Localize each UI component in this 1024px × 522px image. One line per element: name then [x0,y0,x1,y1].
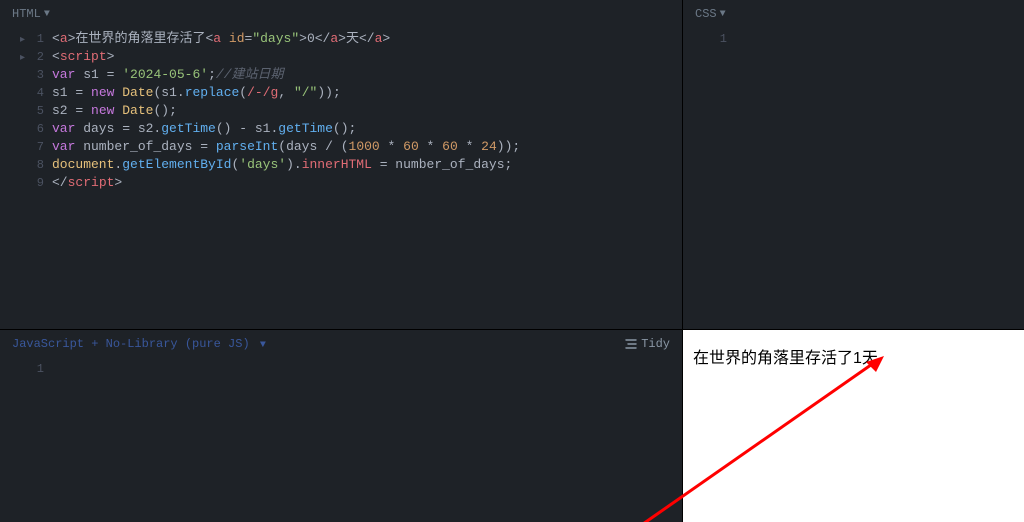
html-gutter: 123456789 [0,28,52,329]
line-number: 1 [0,360,44,378]
code-line[interactable]: document.getElementById('days').innerHTM… [52,156,682,174]
chevron-down-icon: ▼ [260,340,266,351]
css-pane: CSS ▼ 1 [683,0,1024,329]
js-pane-label-group[interactable]: JavaScript + No-Library (pure JS) ▼ [12,337,266,351]
code-line[interactable]: s1 = new Date(s1.replace(/-/g, "/")); [52,84,682,102]
js-pane: JavaScript + No-Library (pure JS) ▼ Tidy… [0,329,683,522]
code-line[interactable]: var s1 = '2024-05-6';//建站日期 [52,66,682,84]
output-text: 在世界的角落里存活了1天 [683,330,1024,382]
code-line[interactable]: s2 = new Date(); [52,102,682,120]
tidy-icon [625,339,637,349]
line-number: 1 [683,30,727,48]
css-gutter: 1 [683,28,735,329]
line-number: 2 [0,48,44,66]
css-pane-header[interactable]: CSS ▼ [683,0,1024,28]
html-pane-label: HTML [12,7,41,21]
js-gutter: 1 [0,358,52,522]
html-editor[interactable]: 123456789 <a>在世界的角落里存活了<a id="days">0</a… [0,28,682,329]
code-line[interactable]: var days = s2.getTime() - s1.getTime(); [52,120,682,138]
code-line[interactable] [735,30,1024,48]
line-number: 5 [0,102,44,120]
css-editor[interactable]: 1 [683,28,1024,329]
line-number: 1 [0,30,44,48]
code-line[interactable] [52,360,682,378]
js-pane-header: JavaScript + No-Library (pure JS) ▼ Tidy [0,330,682,358]
code-line[interactable]: var number_of_days = parseInt(days / (10… [52,138,682,156]
code-line[interactable]: <a>在世界的角落里存活了<a id="days">0</a>天</a> [52,30,682,48]
line-number: 8 [0,156,44,174]
line-number: 4 [0,84,44,102]
css-pane-label: CSS [695,7,717,21]
line-number: 7 [0,138,44,156]
output-pane: 在世界的角落里存活了1天 [683,329,1024,522]
tidy-label: Tidy [641,337,670,351]
line-number: 6 [0,120,44,138]
chevron-down-icon: ▼ [44,9,50,20]
js-code[interactable] [52,358,682,522]
code-line[interactable]: <script> [52,48,682,66]
html-pane-header[interactable]: HTML ▼ [0,0,682,28]
js-editor[interactable]: 1 [0,358,682,522]
code-line[interactable]: </script> [52,174,682,192]
html-code[interactable]: <a>在世界的角落里存活了<a id="days">0</a>天</a><scr… [52,28,682,329]
css-code[interactable] [735,28,1024,329]
chevron-down-icon: ▼ [720,9,726,20]
tidy-button[interactable]: Tidy [625,337,670,351]
line-number: 9 [0,174,44,192]
js-pane-label: JavaScript + No-Library (pure JS) [12,337,250,351]
line-number: 3 [0,66,44,84]
html-pane: HTML ▼ 123456789 <a>在世界的角落里存活了<a id="day… [0,0,683,329]
